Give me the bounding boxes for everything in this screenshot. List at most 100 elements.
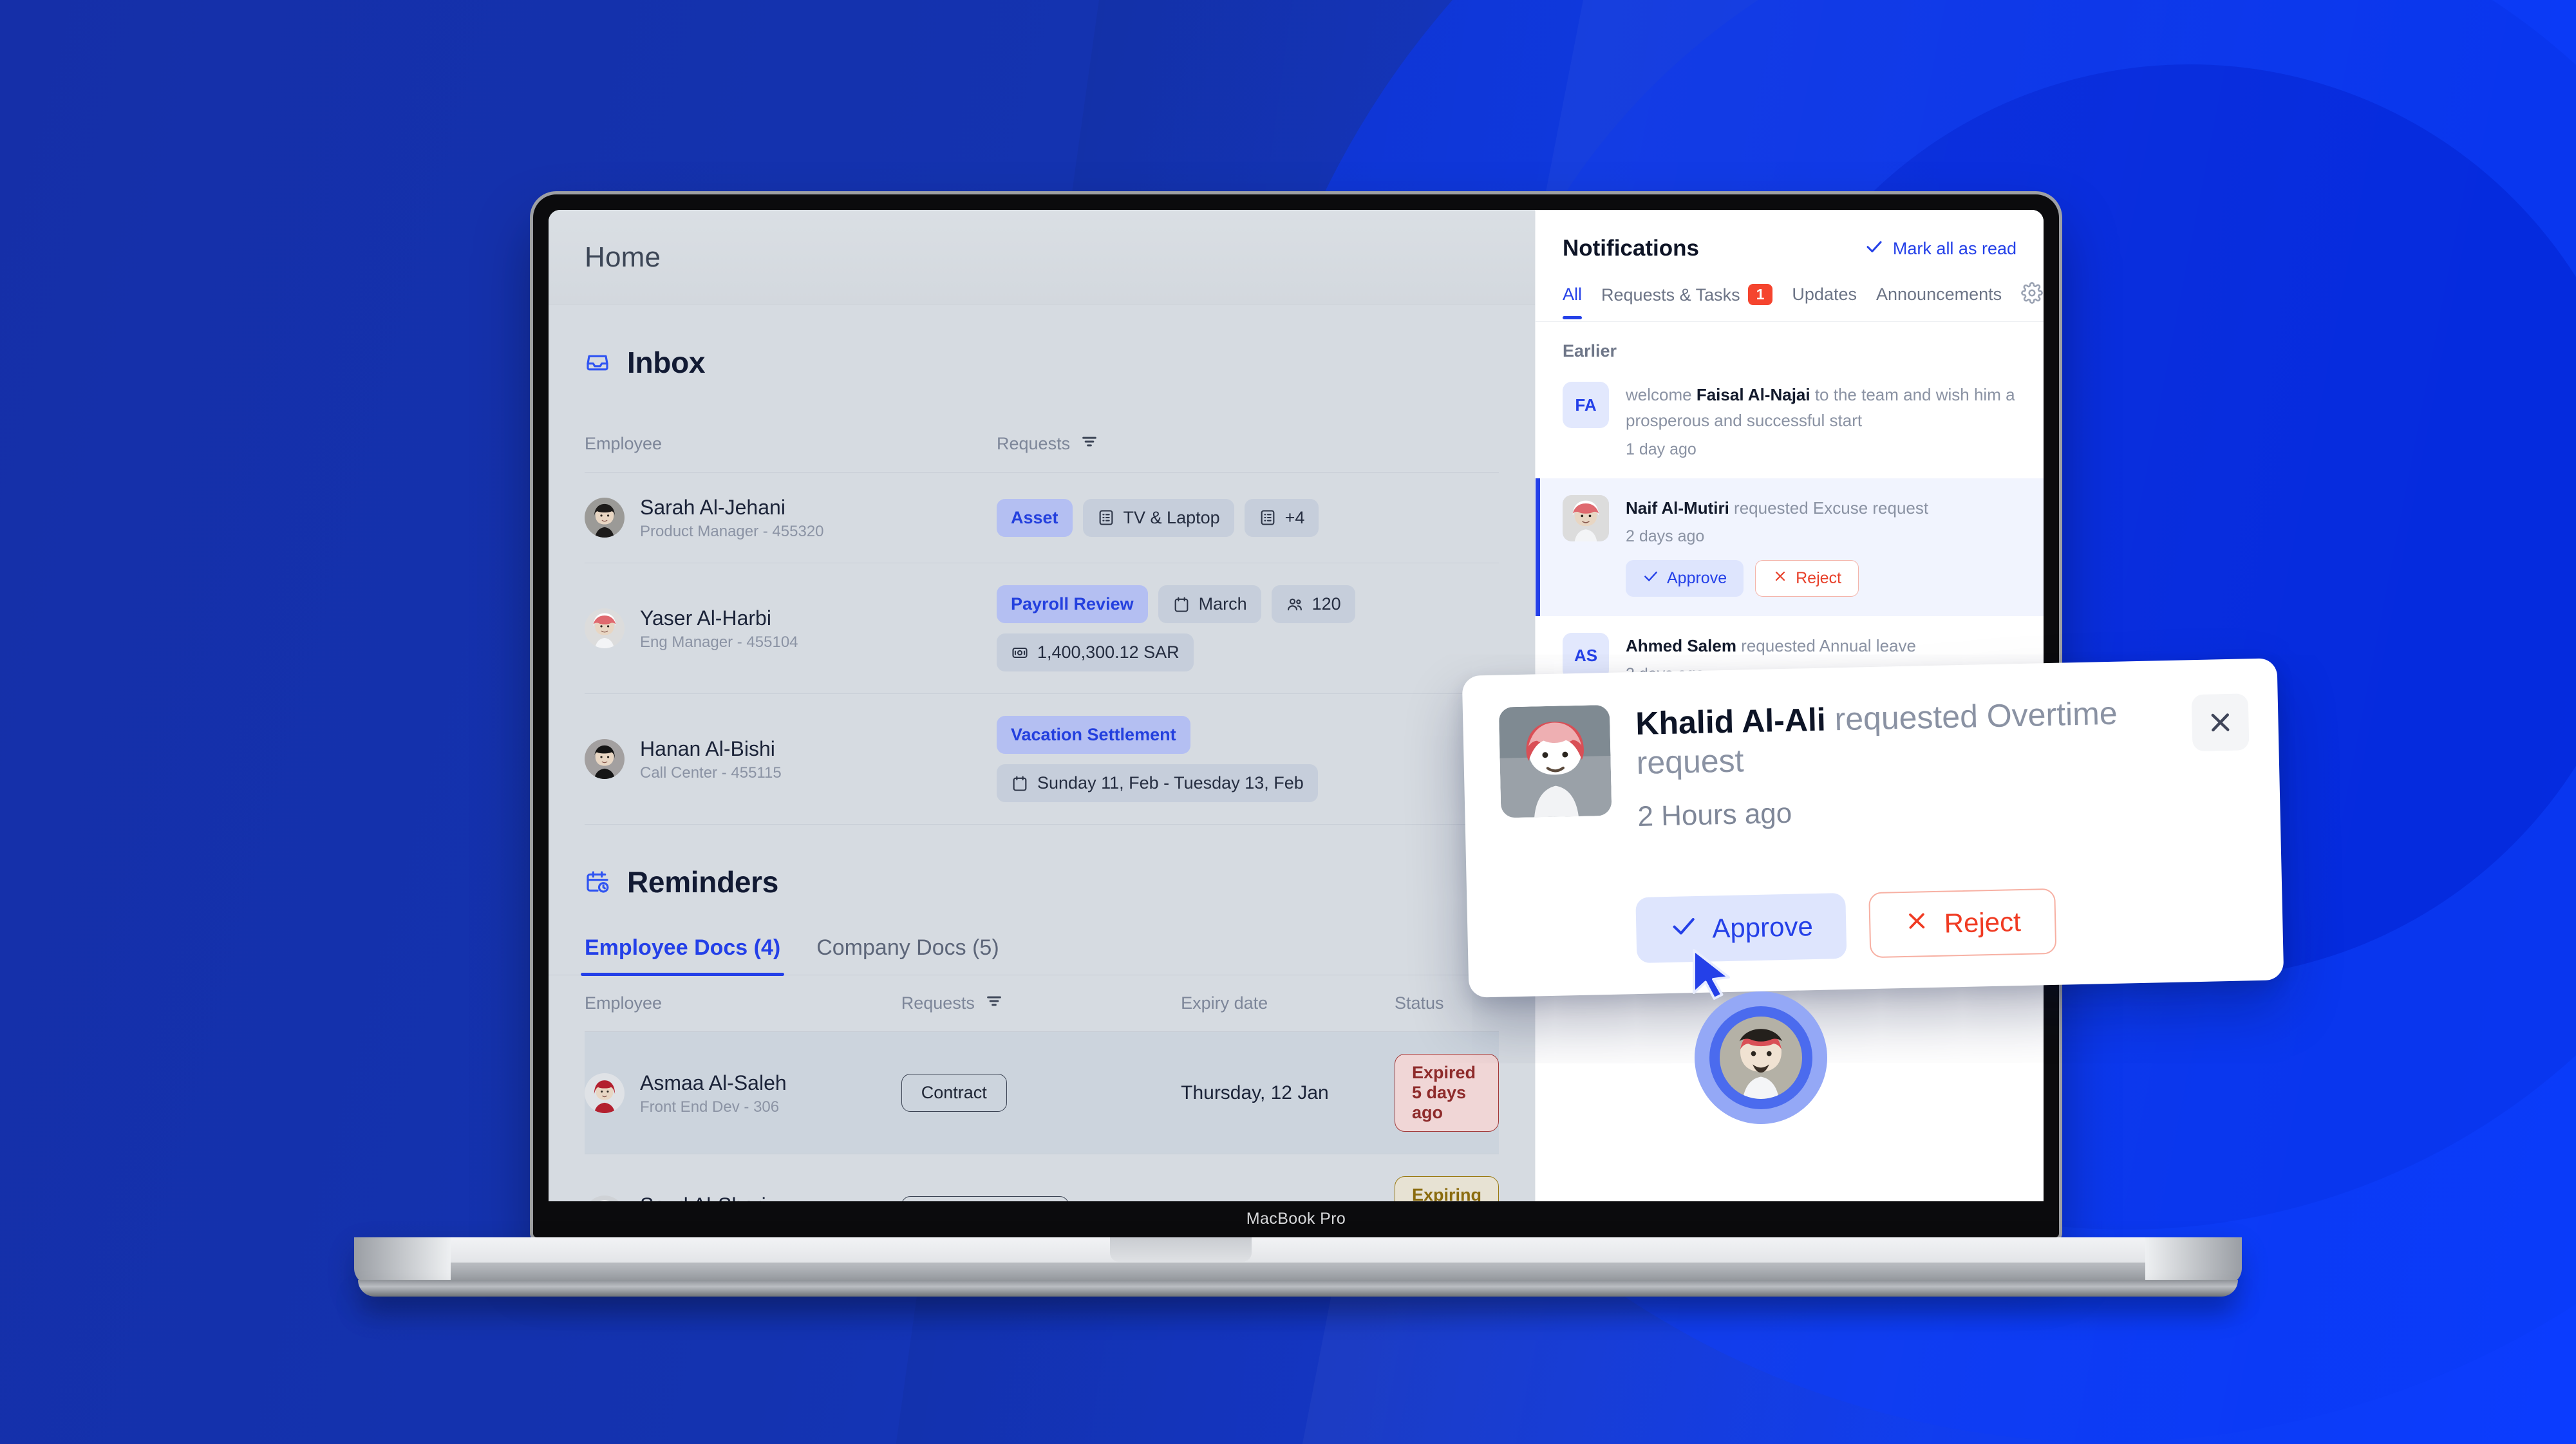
notification-trail: requested Annual leave	[1736, 635, 1916, 655]
request-chip[interactable]: TV & Laptop	[1082, 498, 1234, 537]
request-chip[interactable]: Sunday 11, Feb - Tuesday 13, Feb	[997, 764, 1318, 802]
document-type-pill[interactable]: Contract	[901, 1074, 1007, 1112]
rem-col-requests-label: Requests	[901, 993, 975, 1013]
reminders-section-header: Reminders	[549, 825, 1535, 899]
expiry-date: Thursday, 12 Jan	[1181, 1082, 1329, 1103]
employee-role: Call Center - 455115	[640, 764, 782, 782]
request-chip[interactable]: Payroll Review	[997, 585, 1148, 623]
unread-count-badge: 1	[1747, 284, 1773, 305]
inbox-table-wrap: Employee Requests Sarah Al-Jehani Produc…	[549, 380, 1535, 825]
request-chip-label: 1,400,300.12 SAR	[1037, 642, 1180, 662]
gear-icon[interactable]	[2021, 282, 2043, 321]
requests-cell: Vacation Settlement Sunday 11, Feb - Tues…	[997, 693, 1499, 825]
requests-cell: Payroll Review March 120 1,400,300.12 SAR	[997, 563, 1499, 694]
employee-cell: Yaser Al-Harbi Eng Manager - 455104	[585, 563, 997, 694]
notification-text: welcome Faisal Al-Najai to the team and …	[1626, 382, 2017, 434]
expiry-cell: Thursday, 12 Jan	[1181, 1031, 1395, 1154]
avatar	[585, 739, 625, 779]
table-row[interactable]: Yaser Al-Harbi Eng Manager - 455104 Payrol…	[585, 563, 1499, 694]
approve-button[interactable]: Approve	[1626, 559, 1744, 597]
notification-trail: requested Excuse request	[1729, 498, 1929, 518]
check-icon	[1642, 568, 1659, 589]
rem-col-requests: Requests	[901, 975, 1181, 1032]
avatar	[585, 498, 625, 538]
request-chip-label: TV & Laptop	[1123, 507, 1220, 527]
notifications-tab[interactable]: Updates	[1792, 285, 1857, 319]
laptop-base	[354, 1237, 2242, 1285]
notification-time: 2 days ago	[1626, 527, 1705, 545]
close-icon[interactable]	[2191, 693, 2250, 752]
approve-button-label: Approve	[1711, 911, 1814, 944]
request-chip-label: March	[1198, 594, 1247, 614]
status-badge: Expired 5 days ago	[1394, 1054, 1499, 1132]
x-icon	[1772, 568, 1788, 588]
request-chip-label: +4	[1284, 507, 1305, 527]
table-row[interactable]: Saud Al-SheriHR Manager-292Probation per…	[585, 1154, 1499, 1201]
popup-requester-name: Khalid Al-Ali	[1635, 701, 1827, 742]
reminders-table-wrap: Employee Requests Expiry date Status Asm…	[549, 975, 1535, 1201]
employee-role: Product Manager - 455320	[640, 523, 824, 540]
approve-button[interactable]: Approve	[1635, 892, 1847, 964]
notifications-group-label: Earlier	[1563, 341, 1617, 361]
employee-cell: Asmaa Al-Saleh Front End Dev - 306	[585, 1031, 901, 1154]
rem-col-expiry: Expiry date	[1181, 975, 1395, 1032]
notification-text: Naif Al-Mutiri requested Excuse request	[1626, 495, 2017, 521]
notifications-tab[interactable]: Announcements	[1876, 285, 2002, 319]
popup-timestamp: 2 Hours ago	[1637, 797, 1792, 832]
notifications-title: Notifications	[1563, 236, 1699, 261]
employee-cell: Sarah Al-Jehani Product Manager - 455320	[585, 472, 997, 563]
notifications-tab-label: All	[1563, 285, 1583, 304]
notifications-tabs: All Requests & Tasks 1 Updates Announcements	[1536, 276, 2044, 322]
table-row[interactable]: Asmaa Al-Saleh Front End Dev - 306 Contrac…	[585, 1031, 1499, 1154]
mouse-cursor-icon	[1688, 946, 1738, 1011]
list-check-icon	[1097, 509, 1115, 527]
app-topbar: Home	[549, 210, 1535, 305]
filter-icon[interactable]	[985, 992, 1003, 1015]
reminders-title: Reminders	[627, 865, 779, 899]
filter-icon[interactable]	[1080, 433, 1098, 455]
notification-actor: Naif Al-Mutiri	[1626, 498, 1729, 518]
notification-actor: Ahmed Salem	[1626, 635, 1736, 655]
notifications-header: Notifications Mark all as read	[1536, 210, 2044, 276]
employee-name: Asmaa Al-Saleh	[640, 1071, 787, 1094]
request-chip[interactable]: 1,400,300.12 SAR	[997, 633, 1194, 671]
reminders-tab[interactable]: Company Docs (5)	[816, 935, 999, 975]
notifications-tab[interactable]: Requests & Tasks 1	[1601, 284, 1773, 319]
reminders-table-header: Employee Requests Expiry date Status	[585, 975, 1499, 1032]
request-chip[interactable]: +4	[1244, 498, 1319, 537]
reject-button[interactable]: Reject	[1755, 559, 1859, 597]
calendar-clock-icon	[585, 869, 610, 895]
rem-col-employee: Employee	[585, 975, 901, 1032]
request-chip[interactable]: Asset	[997, 498, 1073, 537]
notification-item[interactable]: FA welcome Faisal Al-Najai to the team an…	[1536, 365, 2044, 478]
expiry-cell: Friday, 13 Jan	[1181, 1154, 1395, 1201]
check-icon	[1669, 912, 1698, 947]
check-icon	[1865, 237, 1884, 261]
notifications-tab-label: Updates	[1792, 285, 1857, 304]
inbox-icon	[585, 350, 610, 375]
notifications-tab[interactable]: All	[1563, 285, 1583, 319]
calendar-icon	[1172, 595, 1190, 614]
request-chip[interactable]: 120	[1271, 585, 1355, 623]
reminders-tab[interactable]: Employee Docs (4)	[580, 935, 785, 976]
notifications-list: FA welcome Faisal Al-Najai to the team an…	[1536, 365, 2044, 703]
notification-actions: Approve Reject	[1626, 559, 2017, 597]
x-icon	[1904, 908, 1930, 941]
document-type-pill[interactable]: Probation period	[901, 1196, 1069, 1201]
request-chip[interactable]: March	[1158, 585, 1261, 623]
people-icon	[1286, 595, 1304, 614]
inbox-col-employee: Employee	[585, 416, 997, 473]
notifications-tab-label: Requests & Tasks	[1601, 285, 1740, 305]
mark-all-as-read-button[interactable]: Mark all as read	[1865, 237, 2017, 261]
request-chip[interactable]: Vacation Settlement	[997, 716, 1190, 754]
inbox-col-requests: Requests	[997, 416, 1499, 473]
table-row[interactable]: Hanan Al-Bishi Call Center - 455115 Vacati…	[585, 693, 1499, 825]
laptop-foot	[358, 1280, 2238, 1297]
notification-item[interactable]: Naif Al-Mutiri requested Excuse request 2…	[1536, 478, 2044, 617]
table-row[interactable]: Sarah Al-Jehani Product Manager - 455320 A…	[585, 472, 1499, 563]
avatar-initials: AS	[1563, 632, 1609, 679]
notification-lead: welcome	[1626, 385, 1697, 404]
document-cell: Contract	[901, 1031, 1181, 1154]
employee-name: Yaser Al-Harbi	[640, 606, 771, 630]
reject-button[interactable]: Reject	[1868, 888, 2056, 959]
